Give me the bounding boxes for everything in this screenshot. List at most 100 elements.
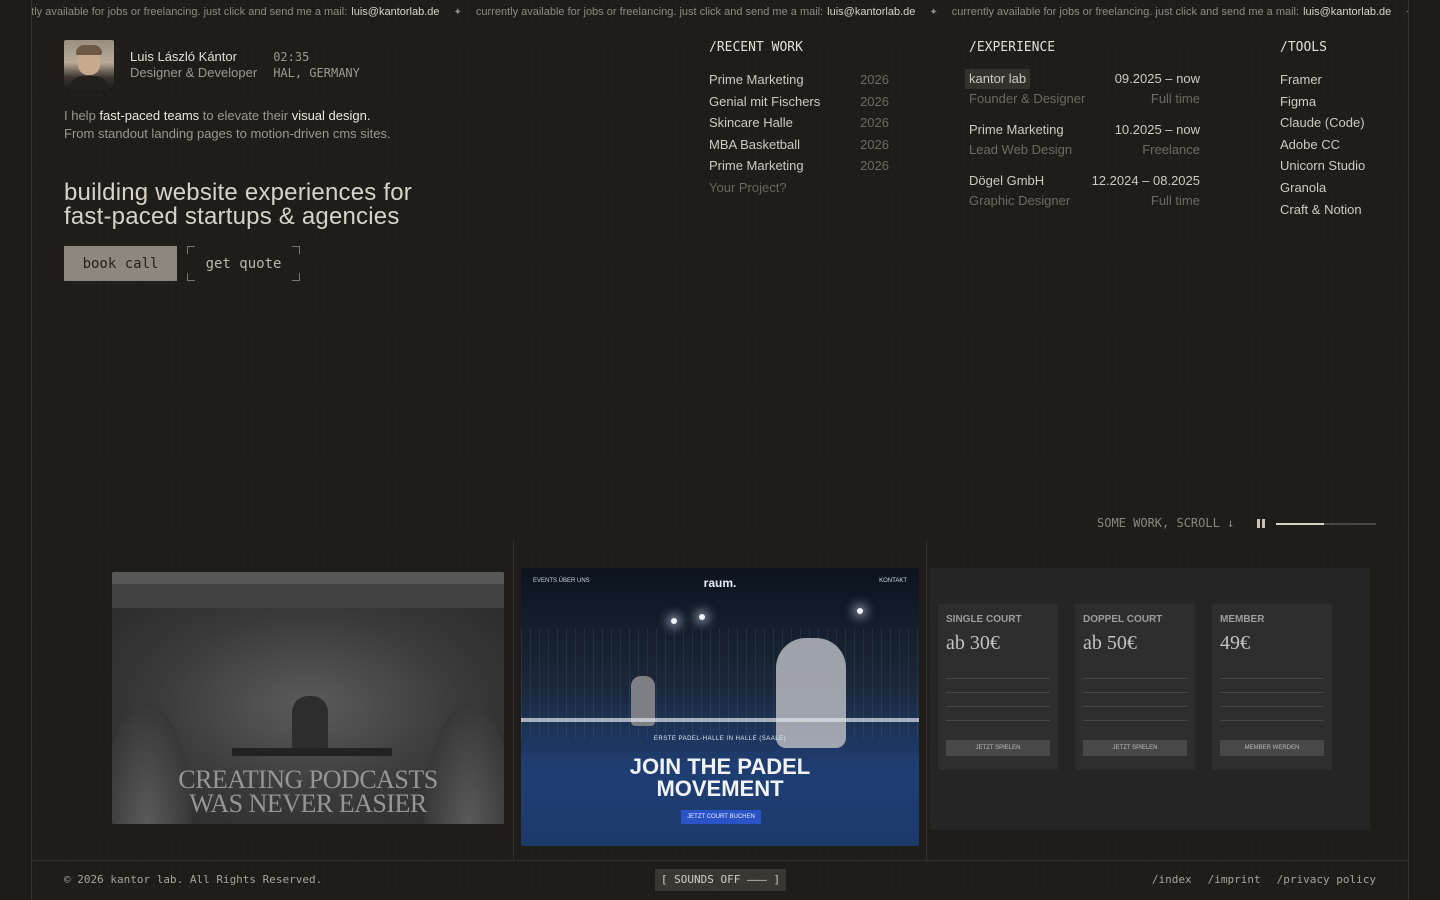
tool-item[interactable]: Craft & Notion — [1280, 199, 1390, 221]
pricing-card-line — [946, 678, 1050, 679]
recent-work-title: Genial mit Fischers — [709, 93, 821, 109]
work-preview-padel[interactable]: EVENTS ÜBER UNS KONTAKT raum. ERSTE PADE… — [521, 568, 919, 846]
work-preview-podcast[interactable]: CREATING PODCASTS WAS NEVER EASIER — [112, 572, 504, 824]
experience-dates: 12.2024 – 08.2025 — [1091, 173, 1200, 188]
your-project-link[interactable]: Your Project? — [709, 177, 889, 199]
book-call-label: book call — [82, 255, 159, 272]
pricing-card-line — [1220, 706, 1324, 707]
ticker-email-link[interactable]: luis@kantorlab.de — [351, 0, 439, 25]
tool-item[interactable]: Unicorn Studio — [1280, 155, 1390, 177]
local-time: 02:35 — [273, 50, 310, 64]
pricing-card-line — [1220, 692, 1324, 693]
experience-company: Prime Marketing — [969, 122, 1064, 137]
tool-name: Craft & Notion — [1280, 201, 1362, 217]
experience-role: Founder & Designer — [969, 91, 1086, 106]
book-call-button[interactable]: book call — [64, 246, 177, 281]
pricing-card-line — [1220, 720, 1324, 721]
ticker-text: currently available for jobs or freelanc… — [475, 6, 824, 18]
recent-work-item[interactable]: Skincare Halle 2026 — [709, 112, 889, 134]
pricing-card-line — [1083, 706, 1187, 707]
experience-row: Prime Marketing 10.2025 – now — [969, 120, 1200, 140]
tool-name: Figma — [1280, 93, 1317, 109]
recent-work-heading: /RECENT WORK — [709, 40, 803, 55]
recent-work-year: 2026 — [860, 72, 889, 87]
recent-work-year: 2026 — [860, 115, 889, 131]
footer-link[interactable]: /privacy policy — [1277, 873, 1376, 886]
experience-heading: /EXPERIENCE — [969, 40, 1056, 55]
pricing-card-line — [1083, 678, 1187, 679]
intro-line-2: From standout landing pages to motion-dr… — [64, 126, 391, 141]
podcast-title-line: WAS NEVER EASIER — [189, 789, 427, 818]
pricing-card-title: MEMBER — [1220, 614, 1265, 625]
pricing-card-line — [1083, 720, 1187, 721]
work-gallery[interactable]: CREATING PODCASTS WAS NEVER EASIER EVENT… — [32, 540, 1408, 860]
intro-text-part: I help — [64, 108, 96, 123]
experience-row: Lead Web Design Freelance — [969, 140, 1200, 160]
recent-work-item[interactable]: Prime Marketing 2026 — [709, 155, 889, 177]
pause-icon[interactable] — [1257, 519, 1265, 528]
experience-role: Lead Web Design — [969, 142, 1073, 157]
tool-name: Adobe CC — [1280, 136, 1340, 152]
ticker-item[interactable]: currently available for jobs or freelanc… — [952, 0, 1408, 25]
intro-highlight: fast-paced teams — [99, 108, 200, 123]
footer-link[interactable]: /index — [1152, 873, 1192, 886]
pricing-card-line — [1220, 678, 1324, 679]
ticker-email-link[interactable]: luis@kantorlab.de — [827, 0, 915, 25]
experience-row: Graphic Designer Full time — [969, 191, 1200, 211]
gallery-divider — [513, 540, 514, 860]
tool-item[interactable]: Granola — [1280, 177, 1390, 199]
your-project-label: Your Project? — [709, 179, 787, 195]
tool-item[interactable]: Adobe CC — [1280, 134, 1390, 156]
sound-toggle[interactable]: [ SOUNDS OFF ––– ] — [655, 869, 786, 891]
hero-headline-line: building website experiences for — [64, 179, 412, 206]
experience-company: Dögel GmbH — [969, 173, 1045, 188]
experience-type: Full time — [1150, 193, 1200, 208]
intro-highlight: visual design. — [291, 108, 371, 123]
experience-list: kantor lab 09.2025 – now Founder & Designe… — [965, 69, 1200, 222]
footer-divider — [32, 860, 1408, 861]
tools-heading: /TOOLS — [1280, 40, 1327, 55]
recent-work-item[interactable]: MBA Basketball 2026 — [709, 134, 889, 156]
recent-work-item[interactable]: Genial mit Fischers 2026 — [709, 91, 889, 113]
availability-ticker[interactable]: currently available for jobs or freelanc… — [32, 0, 1408, 26]
pricing-card-line — [946, 706, 1050, 707]
recent-work-title: Prime Marketing — [709, 158, 804, 174]
work-preview-pricing[interactable]: SINGLE COURT ab 30€ JETZT SPIELEN DOPPEL CO… — [930, 568, 1370, 830]
pricing-card-price: 49€ — [1220, 632, 1250, 654]
ticker-item[interactable]: currently available for jobs or freelanc… — [32, 0, 476, 25]
tool-item[interactable]: Figma — [1280, 91, 1390, 113]
pricing-card-title: SINGLE COURT — [946, 614, 1022, 625]
experience-row: Founder & Designer Full time — [969, 89, 1200, 109]
padel-headline-line: MOVEMENT — [656, 776, 784, 801]
experience-role: Graphic Designer — [969, 193, 1071, 208]
experience-row: Dögel GmbH 12.2024 – 08.2025 — [969, 171, 1200, 191]
location: HAL, GERMANY — [273, 66, 360, 80]
ticker-email-link[interactable]: luis@kantorlab.de — [1303, 0, 1391, 25]
sparkle-icon: ✦ — [1405, 0, 1408, 25]
tool-item[interactable]: Claude (Code) — [1280, 112, 1390, 134]
experience-item[interactable]: Dögel GmbH 12.2024 – 08.2025 Graphic Desig… — [969, 171, 1200, 211]
pricing-card-button: JETZT SPIELEN — [946, 740, 1050, 756]
tool-item[interactable]: Framer — [1280, 69, 1390, 91]
pricing-card-button: MEMBER WERDEN — [1220, 740, 1324, 756]
footer-link[interactable]: /imprint — [1208, 873, 1261, 886]
recent-work-year: 2026 — [860, 93, 889, 109]
experience-item[interactable]: kantor lab 09.2025 – now Founder & Designe… — [965, 69, 1200, 109]
padel-brand-logo: raum. — [703, 576, 737, 590]
gallery-progress — [1276, 523, 1376, 525]
recent-work-item[interactable]: Prime Marketing 2026 — [709, 69, 889, 91]
avatar — [64, 40, 114, 90]
tool-name: Claude (Code) — [1280, 115, 1365, 131]
experience-item[interactable]: Prime Marketing 10.2025 – now Lead Web Des… — [969, 120, 1200, 160]
padel-kicker: ERSTE PADEL-HALLE IN HALLE (SAALE) — [653, 736, 787, 742]
pricing-card: SINGLE COURT ab 30€ JETZT SPIELEN — [938, 604, 1058, 770]
ticker-item[interactable]: currently available for jobs or freelanc… — [476, 0, 952, 25]
pricing-card: DOPPEL COURT ab 50€ JETZT SPIELEN — [1075, 604, 1195, 770]
get-quote-button[interactable]: get quote — [187, 246, 300, 281]
pricing-card: MEMBER 49€ MEMBER WERDEN — [1212, 604, 1332, 770]
experience-type: Freelance — [1142, 142, 1200, 157]
experience-row: kantor lab 09.2025 – now — [965, 69, 1200, 89]
hero-headline: building website experiences for fast-pa… — [64, 181, 412, 229]
pricing-card-button: JETZT SPIELEN — [1083, 740, 1187, 756]
pricing-card-line — [946, 720, 1050, 721]
